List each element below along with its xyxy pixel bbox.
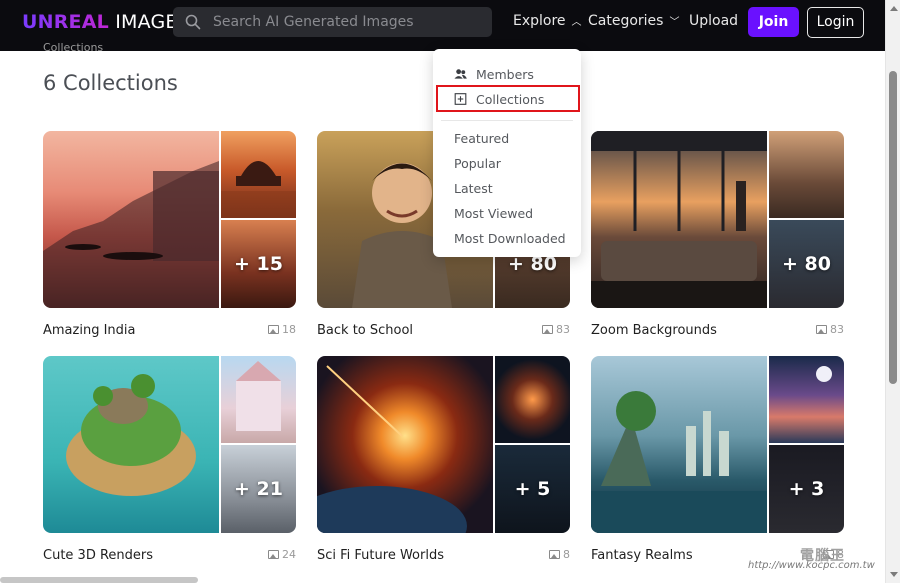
collection-main-image[interactable] (43, 131, 219, 308)
more-images-count: + 5 (514, 478, 551, 500)
site-logo[interactable]: UNREAL IMAGES (22, 11, 190, 33)
login-button[interactable]: Login (807, 7, 864, 38)
collection-name[interactable]: Fantasy Realms (591, 548, 693, 563)
collection-name[interactable]: Cute 3D Renders (43, 548, 153, 563)
chevron-up-icon: ︿ (571, 17, 582, 28)
collection-thumb-1[interactable] (221, 356, 296, 443)
collection-count-value: 83 (556, 323, 570, 336)
menu-item-members-label: Members (476, 67, 534, 82)
collection-thumb-2[interactable]: + 80 (769, 220, 844, 308)
explore-dropdown-menu: Members Collections Featured Popular Lat… (433, 49, 581, 257)
page-title: 6 Collections (43, 71, 178, 95)
collection-count-value: 8 (563, 548, 570, 561)
users-icon (454, 69, 467, 79)
more-images-count: + 80 (782, 253, 831, 275)
menu-item-most-viewed-label: Most Viewed (454, 206, 534, 221)
nav-upload-label: Upload (689, 13, 739, 29)
collection-thumbnails[interactable]: + 3 (591, 356, 844, 533)
search-icon (185, 14, 201, 30)
top-navbar: UNREAL IMAGES Explore ︿ Categories ﹀ Uploa… (0, 0, 885, 51)
collection-thumb-1[interactable] (769, 356, 844, 443)
collection-thumb-2[interactable]: + 3 (769, 445, 844, 533)
collection-main-image[interactable] (591, 356, 767, 533)
nav-categories-label: Categories (588, 13, 664, 29)
scroll-up-arrow-icon[interactable] (890, 6, 898, 11)
collection-count-value: 18 (282, 323, 296, 336)
image-icon (816, 325, 827, 334)
search-bar (173, 7, 492, 37)
collection-thumbnails[interactable]: + 5 (317, 356, 570, 533)
collection-count: 8 (549, 548, 570, 561)
collection-thumb-2[interactable]: + 5 (495, 445, 570, 533)
breadcrumb-ghost: Collections (43, 41, 104, 51)
nav-upload[interactable]: Upload (689, 13, 738, 29)
collection-count: 24 (268, 548, 296, 561)
nav-explore[interactable]: Explore ︿ (513, 13, 582, 29)
vertical-scrollbar[interactable] (885, 0, 900, 583)
more-images-count: + 15 (234, 253, 283, 275)
search-input[interactable] (213, 7, 483, 37)
join-button[interactable]: Join (748, 7, 799, 37)
collection-count: 18 (268, 323, 296, 336)
collection-main-image[interactable] (43, 356, 219, 533)
menu-divider (441, 120, 573, 121)
menu-item-most-downloaded-label: Most Downloaded (454, 231, 566, 246)
collection-thumb-2[interactable]: + 21 (221, 445, 296, 533)
nav-categories[interactable]: Categories ﹀ (588, 13, 679, 29)
logo-text-unreal: UNREAL (22, 11, 109, 33)
horizontal-scrollbar-thumb[interactable] (0, 577, 198, 583)
collection-count: 83 (816, 323, 844, 336)
menu-item-featured-label: Featured (454, 131, 510, 146)
highlight-box (436, 85, 580, 112)
more-images-count: + 21 (234, 478, 283, 500)
collection-name[interactable]: Zoom Backgrounds (591, 323, 717, 338)
collection-name[interactable]: Back to School (317, 323, 413, 338)
chevron-down-icon: ﹀ (669, 17, 680, 28)
collection-thumb-1[interactable] (221, 131, 296, 218)
more-images-count: + 3 (788, 478, 825, 500)
image-icon (268, 550, 279, 559)
collection-name[interactable]: Sci Fi Future Worlds (317, 548, 444, 563)
collection-count-value: 83 (830, 323, 844, 336)
collection-thumbnails[interactable]: + 80 (591, 131, 844, 308)
image-icon (268, 325, 279, 334)
image-icon (542, 325, 553, 334)
collection-thumb-2[interactable]: + 15 (221, 220, 296, 308)
watermark-url: http://www.kocpc.com.tw (748, 560, 875, 571)
collection-thumbnails[interactable]: + 15 (43, 131, 296, 308)
collection-name[interactable]: Amazing India (43, 323, 136, 338)
menu-item-latest-label: Latest (454, 181, 493, 196)
image-icon (549, 550, 560, 559)
collection-main-image[interactable] (317, 356, 493, 533)
collection-thumb-1[interactable] (495, 356, 570, 443)
collection-thumb-1[interactable] (769, 131, 844, 218)
collection-count: 83 (542, 323, 570, 336)
scroll-down-arrow-icon[interactable] (890, 572, 898, 577)
collection-main-image[interactable] (591, 131, 767, 308)
scrollbar-thumb[interactable] (889, 71, 897, 384)
collection-thumbnails[interactable]: + 21 (43, 356, 296, 533)
nav-explore-label: Explore (513, 13, 566, 29)
collection-count-value: 24 (282, 548, 296, 561)
menu-item-popular-label: Popular (454, 156, 501, 171)
